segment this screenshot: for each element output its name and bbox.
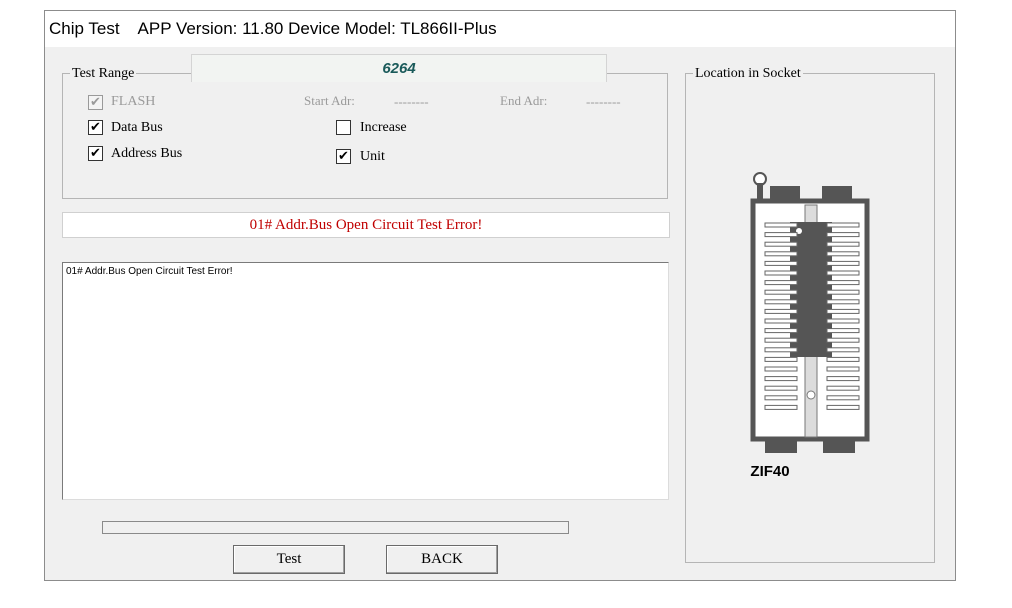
socket-pin-left [764,347,798,353]
socket-pin-right [826,376,860,382]
socket-pin-left [764,385,798,391]
socket-pin-right [826,328,860,334]
zif-socket-diagram [750,172,870,453]
chip-name-field: 6264 [191,54,607,82]
socket-pin-right [826,308,860,314]
socket-pin-right [826,222,860,228]
data-bus-checkbox[interactable]: ✔ [88,120,103,135]
socket-pin-left [764,260,798,266]
increase-label: Increase [360,120,407,135]
progress-bar [102,521,569,534]
window-title: Chip Test APP Version: 11.80 Device Mode… [49,19,497,38]
test-button[interactable]: Test [233,545,345,574]
socket-pin-left [764,395,798,401]
socket-pin-left [764,366,798,372]
unit-label: Unit [360,149,385,164]
socket-pin-left [764,356,798,362]
socket-pin-left [764,270,798,276]
socket-pin-right [826,395,860,401]
back-button[interactable]: BACK [386,545,498,574]
socket-pin-right [826,232,860,238]
status-message-bar: 01# Addr.Bus Open Circuit Test Error! [62,212,670,238]
chip-name: 6264 [382,60,416,77]
socket-pin-right [826,337,860,343]
status-message: 01# Addr.Bus Open Circuit Test Error! [249,217,483,233]
unit-checkbox[interactable]: ✔ [336,149,351,164]
socket-bottom-tab-right [823,439,855,453]
end-adr-value: -------- [586,94,621,109]
socket-pin-left [764,299,798,305]
socket-pin-left [764,280,798,286]
data-bus-label: Data Bus [111,120,163,135]
start-adr-label: Start Adr: [304,93,355,108]
socket-pin-left [764,289,798,295]
socket-pin-left [764,308,798,314]
socket-pin-left [764,328,798,334]
socket-pin-right [826,299,860,305]
log-output[interactable]: 01# Addr.Bus Open Circuit Test Error! [62,262,669,500]
socket-pin-left [764,404,798,410]
socket-pin-right [826,260,860,266]
socket-pin-left [764,222,798,228]
address-bus-checkbox[interactable]: ✔ [88,146,103,161]
start-adr-value: -------- [394,94,429,109]
test-range-group [62,73,668,199]
socket-pin-left [764,251,798,257]
log-line: 01# Addr.Bus Open Circuit Test Error! [66,266,233,277]
socket-pin-left [764,232,798,238]
socket-name: ZIF40 [750,463,790,480]
socket-pin-left [764,241,798,247]
socket-pin-right [826,385,860,391]
address-bus-label: Address Bus [111,146,183,161]
socket-pin-right [826,289,860,295]
socket-pin-right [826,241,860,247]
flash-label: FLASH [111,94,156,109]
socket-center-dot [806,390,816,400]
socket-pin-left [764,337,798,343]
socket-bottom-tab-left [765,439,797,453]
socket-pin-right [826,366,860,372]
title-bar: Chip Test APP Version: 11.80 Device Mode… [45,11,955,47]
socket-pin-left [764,318,798,324]
socket-pin-right [826,356,860,362]
socket-pin-right [826,251,860,257]
socket-group-label: Location in Socket [693,66,803,82]
socket-pin-right [826,318,860,324]
end-adr-label: End Adr: [500,93,548,108]
socket-pin-right [826,347,860,353]
socket-pin-left [764,376,798,382]
flash-checkbox[interactable]: ✔ [88,95,103,110]
increase-checkbox[interactable] [336,120,351,135]
socket-pin-right [826,270,860,276]
socket-pin-right [826,404,860,410]
socket-pin-right [826,280,860,286]
test-range-label: Test Range [70,66,137,82]
